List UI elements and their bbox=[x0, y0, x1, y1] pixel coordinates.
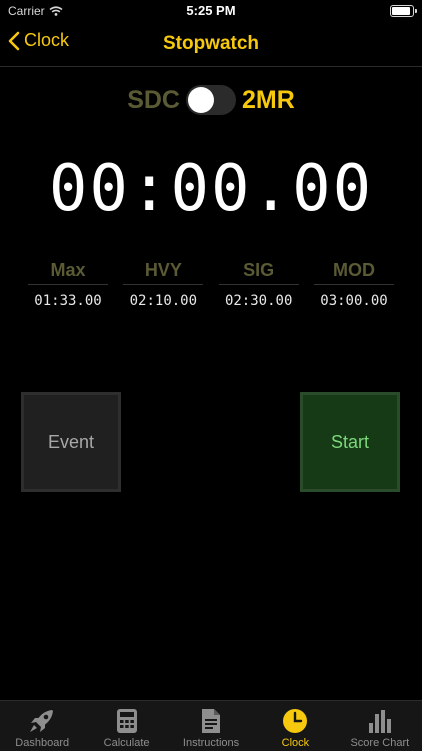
status-bar: Carrier 5:25 PM bbox=[0, 0, 422, 22]
category-name: Max bbox=[28, 260, 108, 285]
event-button[interactable]: Event bbox=[21, 392, 121, 492]
category-hvy: HVY 02:10.00 bbox=[123, 260, 204, 309]
bar-chart-icon bbox=[365, 707, 395, 735]
toggle-knob bbox=[188, 87, 214, 113]
category-name: SIG bbox=[218, 260, 299, 285]
tab-label: Calculate bbox=[103, 737, 150, 749]
mode-label-sdc: SDC bbox=[127, 85, 180, 114]
tab-dashboard[interactable]: Dashboard bbox=[0, 701, 84, 751]
category-time: 02:10.00 bbox=[129, 293, 198, 309]
stopwatch-display: 00:00.00 bbox=[48, 152, 374, 226]
start-button-label: Start bbox=[330, 431, 369, 452]
navigation-bar: Clock Stopwatch bbox=[0, 22, 422, 67]
mode-toggle-switch[interactable] bbox=[186, 85, 236, 115]
tab-score-chart[interactable]: Score Chart bbox=[338, 701, 422, 751]
mode-selector: SDC 2MR bbox=[0, 82, 422, 118]
tab-label: Score Chart bbox=[350, 737, 410, 749]
tab-bar: Dashboard Calculate Instructions Clock S… bbox=[0, 700, 422, 751]
mode-label-2mr: 2MR bbox=[242, 85, 295, 114]
category-mod: MOD 03:00.00 bbox=[313, 260, 394, 309]
category-max: Max 01:33.00 bbox=[28, 260, 108, 309]
rocket-icon bbox=[27, 707, 57, 735]
clock-icon bbox=[280, 707, 310, 735]
category-time: 01:33.00 bbox=[34, 293, 102, 309]
tab-clock[interactable]: Clock bbox=[253, 701, 337, 751]
tab-label: Dashboard bbox=[15, 737, 70, 749]
status-time: 5:25 PM bbox=[186, 3, 236, 18]
event-button-label: Event bbox=[47, 431, 95, 452]
category-time: 02:30.00 bbox=[224, 293, 293, 309]
tab-instructions[interactable]: Instructions bbox=[169, 701, 253, 751]
battery-icon bbox=[390, 5, 417, 17]
tab-label: Instructions bbox=[182, 737, 240, 749]
page-title: Stopwatch bbox=[162, 33, 260, 54]
start-button[interactable]: Start bbox=[300, 392, 400, 492]
category-thresholds: Max 01:33.00 HVY 02:10.00 SIG 02:30.00 M… bbox=[28, 260, 394, 309]
category-name: HVY bbox=[123, 260, 204, 285]
category-time: 03:00.00 bbox=[320, 293, 388, 309]
calculator-icon bbox=[112, 707, 142, 735]
category-sig: SIG 02:30.00 bbox=[218, 260, 299, 309]
tab-label: Clock bbox=[281, 737, 310, 749]
document-icon bbox=[196, 707, 226, 735]
tab-calculate[interactable]: Calculate bbox=[84, 701, 168, 751]
category-name: MOD bbox=[313, 260, 394, 285]
